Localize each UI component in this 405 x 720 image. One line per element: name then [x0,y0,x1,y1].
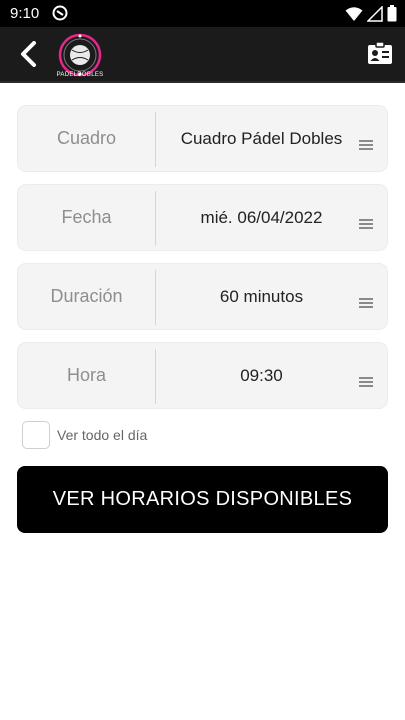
court-value: Cuadro Pádel Dobles [180,128,343,148]
show-all-day-label: Ver todo el día [57,427,148,443]
date-label: Fecha [61,207,112,227]
view-available-times-button[interactable]: VER HORARIOS DISPONIBLES [17,466,388,533]
status-icons [345,5,397,22]
wifi-icon [345,6,363,21]
menu-lines-icon [359,140,373,150]
menu-lines-icon [359,219,373,229]
time-select[interactable]: Hora 09:30 [17,342,388,409]
date-select[interactable]: Fecha mié. 06/04/2022 [17,184,388,251]
duration-label: Duración [50,286,123,306]
duration-value: 60 minutos [219,286,304,306]
date-value: mié. 06/04/2022 [200,207,323,227]
chevron-left-icon [21,41,36,67]
battery-icon [387,5,397,22]
court-label: Cuadro [56,128,117,148]
time-value: 09:30 [240,365,283,385]
status-time: 9:10 [10,5,40,22]
menu-lines-icon [359,377,373,387]
back-button[interactable] [14,39,42,69]
status-bar: 9:10 [0,0,405,27]
profile-card-icon[interactable] [367,40,393,66]
notification-app-icon [52,5,68,21]
logo-text: PADELDOBLES [56,72,104,78]
court-select[interactable]: Cuadro Cuadro Pádel Dobles [17,105,388,172]
menu-lines-icon [359,298,373,308]
show-all-day-row[interactable]: Ver todo el día [22,420,147,450]
app-bar: PADELDOBLES [0,27,405,83]
signal-icon [367,5,383,22]
time-label: Hora [66,365,106,385]
show-all-day-checkbox[interactable] [22,421,50,449]
duration-select[interactable]: Duración 60 minutos [17,263,388,330]
